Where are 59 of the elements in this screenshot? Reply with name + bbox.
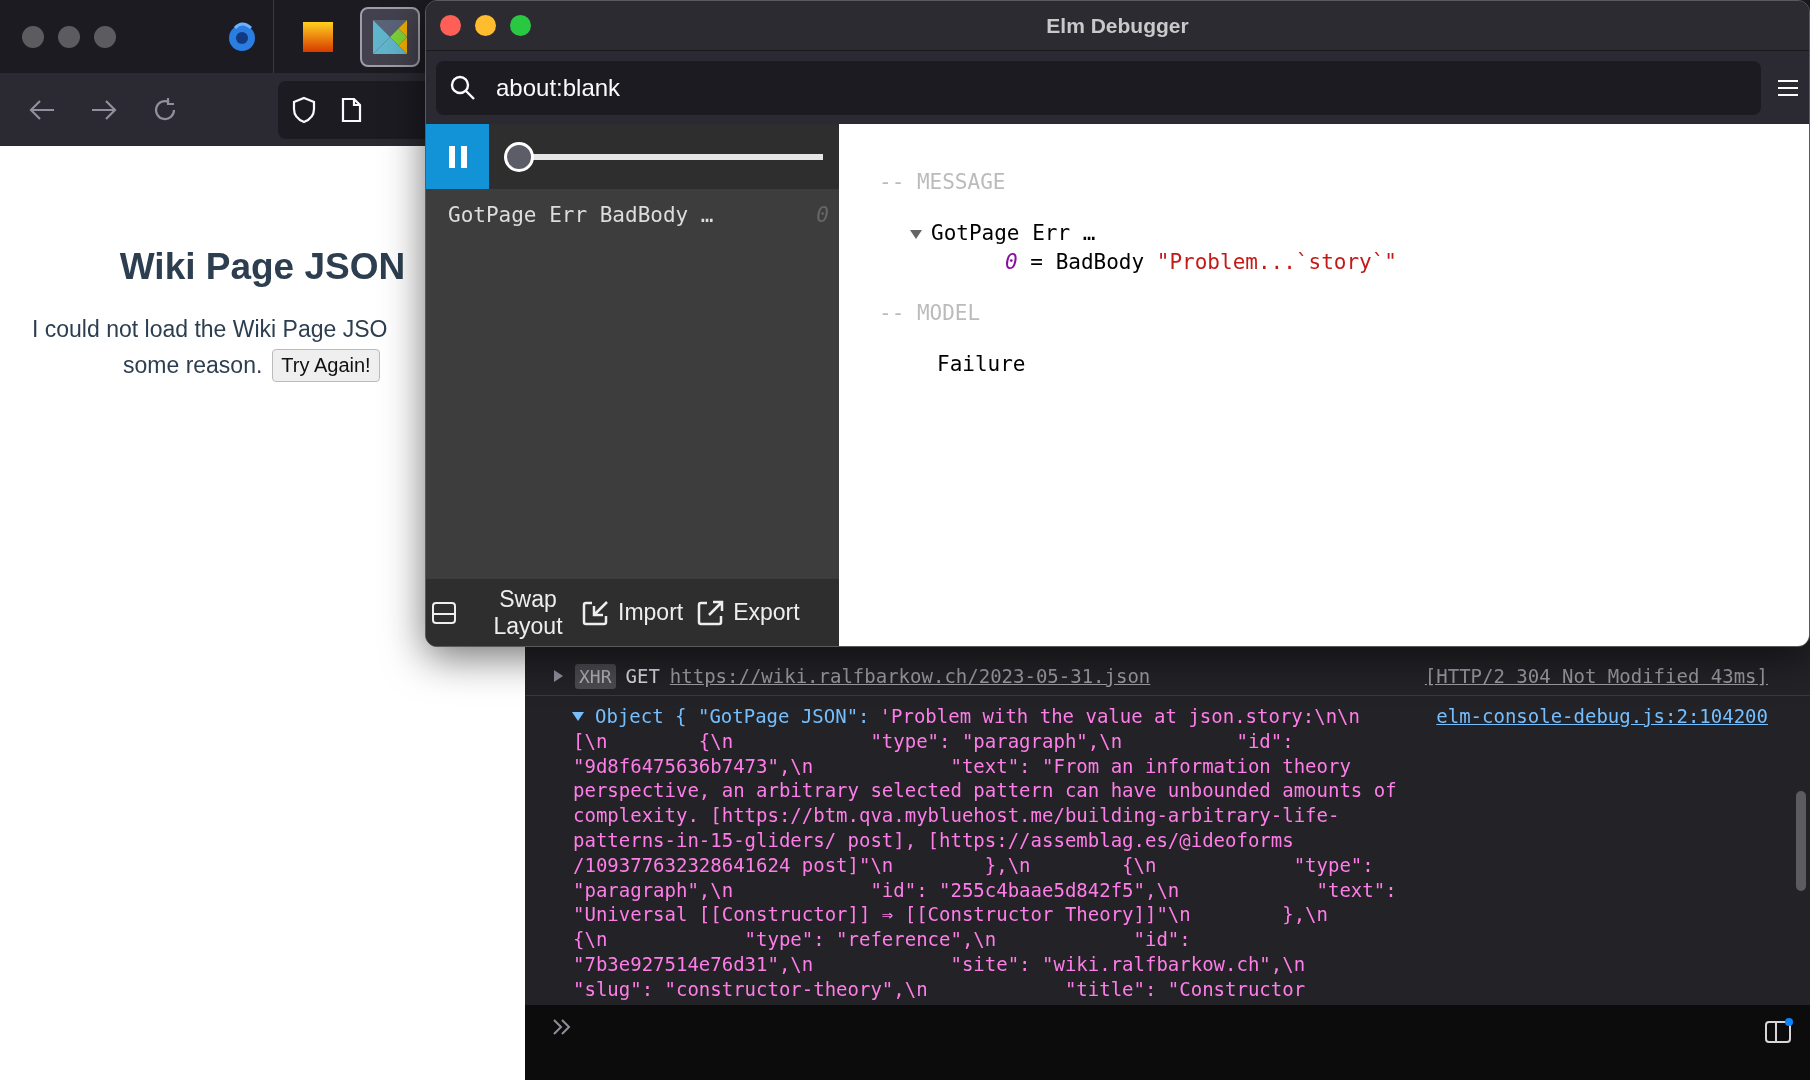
- log-text-line: /109377632328641624 post]"\n },\n {\n "type":: [573, 852, 1375, 878]
- error-message: some reason.: [123, 352, 263, 379]
- pinned-tab[interactable]: [360, 6, 420, 67]
- log-text-line: "slug": "constructor-theory",\n "title": "Constructor: [573, 976, 1307, 1002]
- object-label: Object { "GotPage JSON":: [595, 704, 870, 729]
- page-icon[interactable]: [340, 96, 362, 123]
- pause-button[interactable]: [426, 124, 489, 189]
- request-type-badge: XHR: [575, 663, 616, 689]
- message-value: GotPage Err …: [931, 220, 1096, 247]
- log-text-line: "paragraph",\n "id": "255c4baae5d842f5",\n "text":: [573, 877, 1398, 903]
- request-method: GET: [625, 665, 660, 687]
- model-value: Failure: [936, 351, 1027, 378]
- log-text-line: "9d8f6475636b7473",\n "text": "From an information theory: [573, 753, 1352, 779]
- section-heading: -- MESSAGE: [879, 169, 1007, 196]
- log-text-line: "Universal [[Constructor]] ⇒ [[Constructor Theory]]"\n },\n: [573, 902, 1329, 928]
- pause-icon: [448, 145, 467, 168]
- tangram-icon: [373, 19, 407, 54]
- layout-icon: [432, 601, 456, 624]
- minimize-button[interactable]: [475, 15, 496, 36]
- log-text-line: complexity. [https://btm.qva.mybluehost.me/building-arbitrary-life-: [573, 803, 1341, 828]
- section-heading: -- MODEL: [879, 300, 982, 327]
- window-title: Elm Debugger: [1046, 13, 1189, 38]
- scrollbar[interactable]: [1796, 791, 1806, 891]
- log-text-line: perspective, an arbitrary selected pattern can have unbounded amounts of: [573, 778, 1398, 804]
- square-icon: [303, 21, 333, 52]
- request-url-link[interactable]: https://wiki.ralfbarkow.ch/2023-05-31.json: [669, 665, 1151, 687]
- address-field[interactable]: about:blank: [436, 60, 1761, 115]
- reload-icon[interactable]: [152, 96, 178, 123]
- maximize-button[interactable]: [510, 15, 531, 36]
- shield-icon[interactable]: [292, 95, 316, 124]
- search-icon: [450, 74, 476, 101]
- expand-arrow-icon[interactable]: [551, 669, 565, 683]
- window-button[interactable]: [22, 25, 44, 48]
- error-message: I could not load the Wiki Page JSO: [31, 316, 388, 343]
- import-icon: [582, 599, 610, 626]
- sidebar-toggle-icon[interactable]: [1764, 1017, 1794, 1045]
- chevrons-icon[interactable]: [551, 1017, 573, 1037]
- back-icon[interactable]: [28, 97, 56, 122]
- log-text-line: [\n {\n "type": "paragraph",\n "id":: [573, 728, 1295, 754]
- try-again-button[interactable]: Try Again!: [272, 349, 380, 382]
- export-button[interactable]: Export: [697, 599, 800, 626]
- log-text-line: "7b3e927514e76d31",\n "site": "wiki.ralfbarkow.ch",\n: [573, 951, 1307, 977]
- import-button[interactable]: Import: [582, 599, 684, 626]
- close-button[interactable]: [440, 15, 461, 36]
- window-button[interactable]: [58, 25, 80, 48]
- log-text-line: patterns-in-15-gliders/ post], [https://assemblag.es/@ideoforms: [573, 828, 1295, 853]
- log-text-line: 'Problem with the value at json.story:\n\n: [879, 704, 1360, 729]
- menu-icon[interactable]: [1777, 78, 1799, 97]
- page-title: Wiki Page JSON: [118, 246, 407, 288]
- response-status-link[interactable]: [HTTP/2 304 Not Modified 43ms]: [1424, 665, 1768, 687]
- window-button[interactable]: [94, 25, 116, 48]
- message-field: 0 = BadBody "Problem...`story`": [909, 248, 1769, 277]
- source-link[interactable]: elm-console-debug.js:2:104200: [1436, 704, 1768, 729]
- export-icon: [697, 599, 726, 626]
- slider-thumb[interactable]: [504, 141, 534, 172]
- swap-button[interactable]: Swap Layout: [432, 585, 568, 640]
- forward-icon[interactable]: [90, 97, 118, 122]
- globe-icon[interactable]: [227, 21, 257, 52]
- log-text-line: {\n "type": "reference",\n "id":: [573, 927, 1192, 952]
